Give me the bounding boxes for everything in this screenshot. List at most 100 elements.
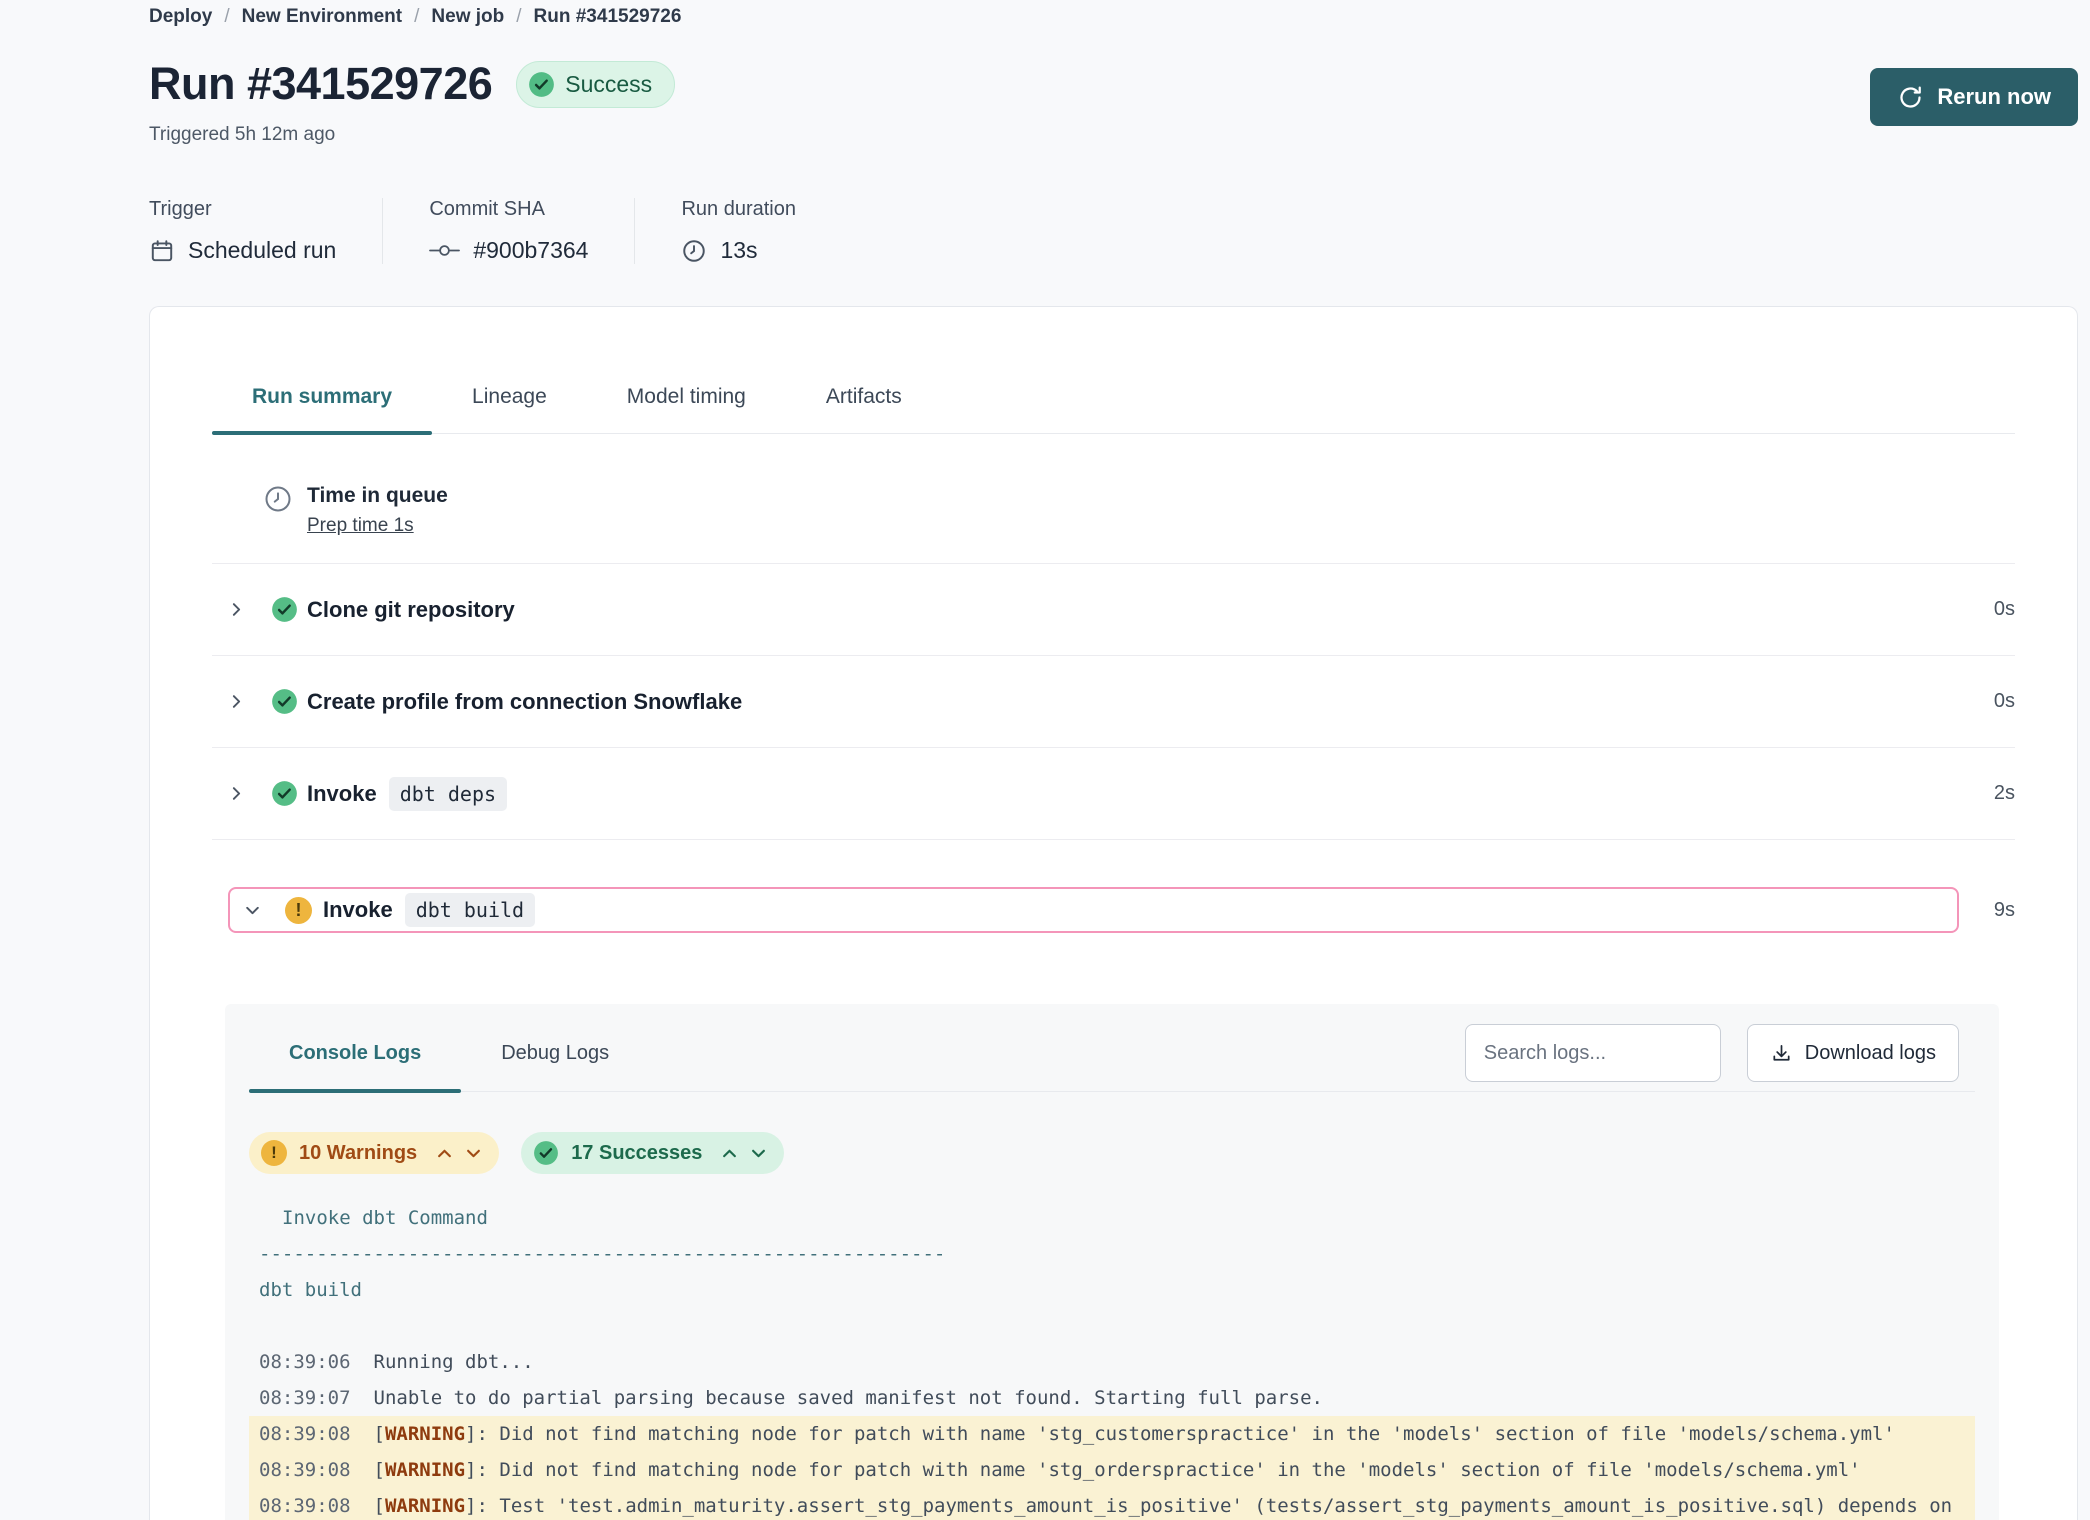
step-command-chip: dbt deps [389,777,507,811]
step-invoke-dbt-build: ! Invoke dbt build 9s [212,864,2015,956]
tab-debug-logs[interactable]: Debug Logs [461,1024,649,1091]
log-message: Running dbt... [374,1351,534,1373]
clock-icon [263,484,293,514]
log-warning-level: WARNING [385,1423,465,1445]
log-line: 08:39:06 Running dbt... [249,1344,1975,1380]
meta-commit-value: #900b7364 [473,237,588,264]
log-message: Test 'test.admin_maturity.assert_stg_pay… [259,1495,1964,1520]
step-title: Invoke [323,897,393,923]
tab-run-summary[interactable]: Run summary [212,385,432,433]
download-logs-button[interactable]: Download logs [1747,1024,1959,1082]
console-log-output: Invoke dbt Command ---------------------… [249,1200,1975,1520]
refresh-icon [1897,84,1924,111]
log-bracket: [ [374,1459,385,1481]
status-badge-label: Success [565,71,652,98]
steps-list: Clone git repository 0s Create profile f… [212,564,2015,1520]
log-bracket: ]: [465,1459,499,1481]
run-summary-card: Run summary Lineage Model timing Artifac… [149,306,2078,1520]
triggered-timestamp: Triggered 5h 12m ago [149,124,2078,146]
download-logs-label: Download logs [1805,1042,1936,1065]
log-line-warning: 08:39:08[WARNING]: Test 'test.admin_matu… [249,1488,1975,1520]
commit-icon [429,242,460,259]
page-header: Deploy / New Environment / New job / Run… [0,0,2090,146]
step-duration: 0s [1959,690,2015,713]
chevron-up-icon[interactable] [722,1148,737,1159]
log-panel: Console Logs Debug Logs Download logs ! … [225,1004,1999,1520]
log-tabs: Console Logs Debug Logs [249,1024,649,1091]
tab-console-logs[interactable]: Console Logs [249,1024,461,1091]
chevron-down-icon[interactable] [466,1148,481,1159]
step-command-chip: dbt build [405,893,535,927]
breadcrumb-separator: / [516,6,521,28]
meta-trigger-value: Scheduled run [188,237,336,264]
step-duration: 2s [1959,782,2015,805]
log-warning-level: WARNING [385,1459,465,1481]
chevron-down-icon[interactable] [751,1148,766,1159]
meta-commit: Commit SHA #900b7364 [429,198,635,264]
title-row: Run #341529726 Success [149,58,2078,110]
chevron-right-icon[interactable] [228,693,245,710]
status-badge: Success [516,61,675,108]
log-line-warning: 08:39:08[WARNING]: Did not find matching… [249,1416,1975,1452]
breadcrumb-job[interactable]: New job [431,6,504,28]
search-logs-input[interactable] [1465,1024,1721,1082]
step-invoke-dbt-build-header[interactable]: ! Invoke dbt build [228,887,1959,933]
chevron-up-icon[interactable] [437,1148,452,1159]
run-tabs: Run summary Lineage Model timing Artifac… [212,385,2015,434]
warnings-badge[interactable]: ! 10 Warnings [249,1132,499,1174]
check-circle-icon [533,1140,559,1166]
warning-icon: ! [261,1140,287,1166]
warning-icon: ! [285,897,312,924]
meta-duration-label: Run duration [681,198,796,221]
step-title: Invoke [307,781,377,807]
log-header: Console Logs Debug Logs Download logs [249,1024,1975,1092]
chevron-right-icon[interactable] [228,785,245,802]
time-in-queue-title: Time in queue [307,484,448,508]
log-line-warning: 08:39:08[WARNING]: Did not find matching… [249,1452,1975,1488]
log-bracket: ]: [465,1495,499,1517]
check-circle-icon [271,688,298,715]
prep-time-link[interactable]: Prep time 1s [307,515,414,537]
step-invoke-dbt-deps[interactable]: Invoke dbt deps 2s [212,748,2015,840]
breadcrumb-environment[interactable]: New Environment [242,6,402,28]
log-bracket: ]: [465,1423,499,1445]
breadcrumb: Deploy / New Environment / New job / Run… [149,6,2078,28]
tab-artifacts[interactable]: Artifacts [786,385,942,433]
meta-duration: Run duration 13s [681,198,842,264]
meta-commit-label: Commit SHA [429,198,588,221]
check-circle-icon [528,71,555,98]
successes-badge[interactable]: 17 Successes [521,1132,784,1174]
tab-model-timing[interactable]: Model timing [587,385,786,433]
log-timestamp: 08:39:08 [259,1423,351,1445]
tab-lineage[interactable]: Lineage [432,385,587,433]
breadcrumb-separator: / [414,6,419,28]
step-duration: 0s [1959,598,2015,621]
run-meta-row: Trigger Scheduled run Commit SHA #900b73… [149,198,2078,264]
log-message: Unable to do partial parsing because sav… [374,1387,1323,1409]
successes-count-label: 17 Successes [571,1142,702,1165]
rerun-now-label: Rerun now [1937,84,2051,110]
log-message: Did not find matching node for patch wit… [499,1423,1895,1445]
step-clone-git-repository[interactable]: Clone git repository 0s [212,564,2015,656]
step-create-profile[interactable]: Create profile from connection Snowflake… [212,656,2015,748]
log-timestamp: 08:39:07 [259,1387,351,1409]
log-actions: Download logs [1465,1024,1975,1082]
check-circle-icon [271,780,298,807]
step-duration: 9s [1959,899,2015,922]
log-command: dbt build [249,1272,1975,1308]
chevron-right-icon[interactable] [228,601,245,618]
log-count-badges: ! 10 Warnings 17 Successes [249,1132,1975,1174]
warnings-count-label: 10 Warnings [299,1142,417,1165]
time-in-queue-section: Time in queue Prep time 1s [212,434,2015,564]
breadcrumb-deploy[interactable]: Deploy [149,6,212,28]
breadcrumb-current-run: Run #341529726 [534,6,682,28]
meta-trigger: Trigger Scheduled run [149,198,383,264]
chevron-down-icon[interactable] [244,902,261,919]
log-timestamp: 08:39:06 [259,1351,351,1373]
log-bracket: [ [374,1495,385,1517]
rerun-now-button[interactable]: Rerun now [1870,68,2078,126]
log-command-header: Invoke dbt Command [249,1200,1975,1236]
meta-trigger-label: Trigger [149,198,336,221]
log-timestamp: 08:39:08 [259,1495,351,1517]
clock-icon [681,238,707,264]
